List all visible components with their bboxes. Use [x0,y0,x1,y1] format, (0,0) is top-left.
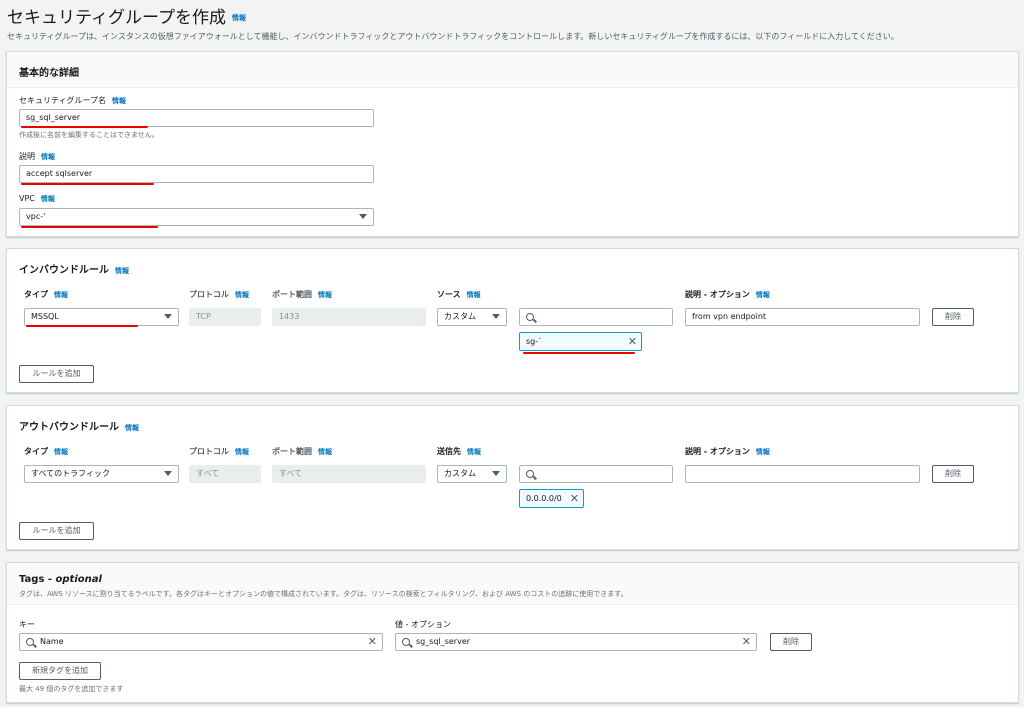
info-link[interactable]: 情報 [318,448,332,456]
search-icon [526,470,534,478]
info-link[interactable]: 情報 [235,448,249,456]
delete-rule-button[interactable]: 削除 [932,308,974,326]
sg-name-label: セキュリティグループ名 情報 [19,96,127,105]
info-link[interactable]: 情報 [467,448,481,456]
red-underline [21,183,154,185]
page-description: セキュリティグループは、インスタンスの仮想ファイアウォールとして機能し、インバウ… [7,32,899,41]
delete-rule-button[interactable]: 削除 [932,465,974,483]
page-title: セキュリティグループを作成 情報 [7,8,246,28]
tag-key-input[interactable]: Name ✕ [19,633,383,651]
destination-select[interactable]: カスタム [437,465,507,483]
value-label: 値 - オプション [395,620,451,629]
description-label: 説明 情報 [19,152,55,161]
info-link[interactable]: 情報 [467,291,481,299]
panel-title: 基本的な詳細 [19,68,79,79]
port-field: 1433 [272,308,426,326]
info-link[interactable]: 情報 [232,14,246,22]
info-link[interactable]: 情報 [41,195,55,203]
protocol-field: TCP [189,308,261,326]
sg-name-input[interactable]: sg_sql_server [19,109,374,127]
info-link[interactable]: 情報 [112,97,126,105]
type-select[interactable]: MSSQL [24,308,179,326]
sg-name-hint: 作成後に名前を編集することはできません。 [19,131,159,139]
caret-down-icon [164,314,172,319]
panel-title: インバウンドルール 情報 [19,265,129,276]
clear-icon[interactable]: ✕ [368,634,377,650]
tags-description: タグは、AWS リソースに割り当てるラベルです。各タグはキーとオプションの値で構… [19,590,628,598]
info-link[interactable]: 情報 [756,448,770,456]
protocol-field: すべて [189,465,261,483]
col-type: タイプ 情報 [24,290,68,299]
red-underline [21,226,158,228]
col-description: 説明 - オプション 情報 [685,290,770,299]
caret-down-icon [492,471,500,476]
info-link[interactable]: 情報 [115,267,129,275]
panel-header [7,52,1018,88]
col-destination: 送信先 情報 [437,447,481,456]
col-description: 説明 - オプション 情報 [685,447,770,456]
description-input[interactable]: accept sqlserver [19,165,374,183]
port-field: すべて [272,465,426,483]
search-icon [526,313,534,321]
vpc-label: VPC 情報 [19,194,55,203]
caret-down-icon [164,471,172,476]
tag-value-input[interactable]: sg_sql_server ✕ [395,633,757,651]
col-type: タイプ 情報 [24,447,68,456]
source-search-input[interactable] [519,308,673,326]
col-port: ポート範囲 情報 [272,290,332,299]
close-icon[interactable]: ✕ [628,333,637,350]
col-protocol: プロトコル 情報 [189,447,249,456]
tags-panel: Tags - optional タグは、AWS リソースに割り当てるラベルです。… [6,562,1019,703]
source-select[interactable]: カスタム [437,308,507,326]
red-underline [523,352,635,354]
col-port: ポート範囲 情報 [272,447,332,456]
panel-title: アウトバウンドルール 情報 [19,422,139,433]
outbound-rules-panel: アウトバウンドルール 情報 タイプ 情報 プロトコル 情報 ポート範囲 情報 送信先 情報… [6,405,1019,550]
type-select[interactable]: すべてのトラフィック [24,465,179,483]
info-link[interactable]: 情報 [756,291,770,299]
vpc-select[interactable]: vpc-' [19,208,374,226]
source-token[interactable]: sg-` ✕ [519,332,642,351]
delete-tag-button[interactable]: 削除 [770,633,812,651]
add-rule-button[interactable]: ルールを追加 [19,522,94,540]
info-link[interactable]: 情報 [41,153,55,161]
caret-down-icon [492,314,500,319]
info-link[interactable]: 情報 [54,291,68,299]
key-label: キー [19,620,35,629]
panel-title: Tags - optional [19,574,102,585]
col-protocol: プロトコル 情報 [189,290,249,299]
destination-search-input[interactable] [519,465,673,483]
add-tag-button[interactable]: 新規タグを追加 [19,662,101,680]
clear-icon[interactable]: ✕ [742,634,751,650]
info-link[interactable]: 情報 [235,291,249,299]
description-input[interactable]: from vpn endpoint [685,308,920,326]
info-link[interactable]: 情報 [125,424,139,432]
tag-limit-hint: 最大 49 個のタグを追加できます [19,685,124,693]
col-source: ソース 情報 [437,290,481,299]
caret-down-icon [359,214,367,219]
add-rule-button[interactable]: ルールを追加 [19,365,94,383]
search-icon [402,638,410,646]
red-underline [26,325,138,327]
info-link[interactable]: 情報 [54,448,68,456]
info-link[interactable]: 情報 [318,291,332,299]
red-underline [21,126,148,128]
description-input[interactable] [685,465,920,483]
inbound-rules-panel: インバウンドルール 情報 タイプ 情報 プロトコル 情報 ポート範囲 情報 ソース 情報 … [6,248,1019,393]
close-icon[interactable]: ✕ [570,490,579,507]
destination-token[interactable]: 0.0.0.0/0 ✕ [519,489,584,508]
search-icon [26,638,34,646]
basic-details-panel: 基本的な詳細 セキュリティグループ名 情報 sg_sql_server 作成後に名… [6,51,1019,237]
